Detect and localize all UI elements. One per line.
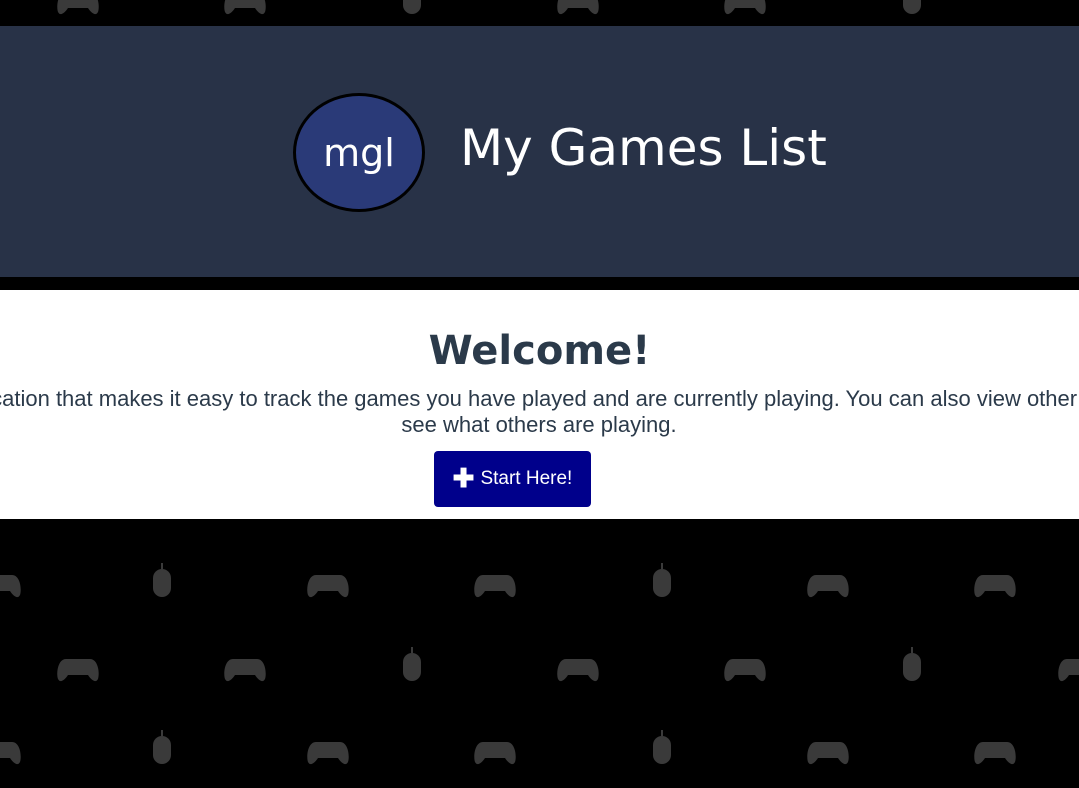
site-logo[interactable]: mgl bbox=[293, 93, 425, 212]
start-here-label: Start Here! bbox=[480, 468, 573, 489]
start-here-button[interactable]: ✚ Start Here! bbox=[434, 451, 591, 507]
welcome-description: A simple application that makes it easy … bbox=[0, 386, 1079, 437]
page: mgl My Games List Welcome! A simple appl… bbox=[0, 0, 1079, 788]
welcome-section: Welcome! A simple application that makes… bbox=[0, 290, 1079, 519]
welcome-title: Welcome! bbox=[428, 328, 651, 374]
logo-text: mgl bbox=[323, 130, 395, 175]
site-title: My Games List bbox=[460, 119, 827, 177]
site-header: mgl My Games List bbox=[0, 26, 1079, 277]
plus-icon: ✚ bbox=[452, 462, 475, 493]
